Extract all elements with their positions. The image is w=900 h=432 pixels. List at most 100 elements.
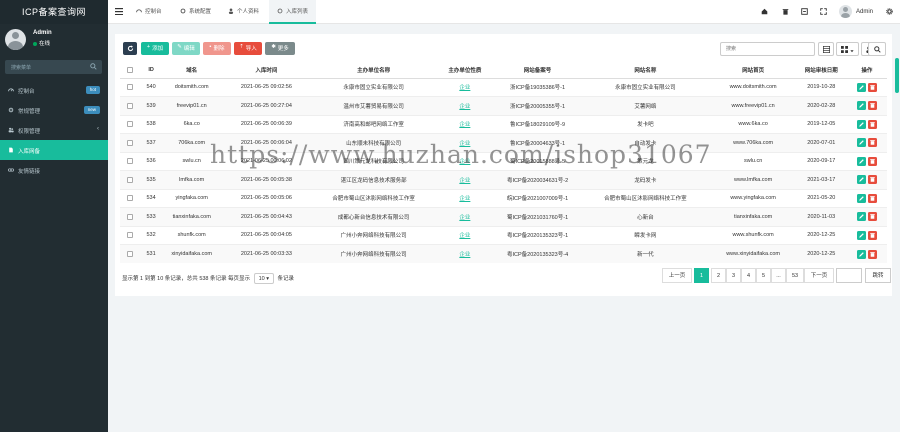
delete-row-button[interactable]: [867, 138, 877, 148]
checkbox[interactable]: [126, 232, 133, 239]
page-3-button[interactable]: 3: [726, 268, 741, 283]
topbar-avatar[interactable]: [839, 5, 852, 18]
delete-row-button[interactable]: [867, 119, 877, 129]
row-checkbox[interactable]: [120, 77, 140, 97]
checkbox[interactable]: [126, 158, 133, 165]
delete-row-button[interactable]: [867, 249, 877, 259]
org-type-link[interactable]: 企业: [459, 104, 470, 110]
delete-row-button[interactable]: [867, 230, 877, 240]
header-homepage[interactable]: 网站首页: [710, 62, 796, 79]
edit-row-button[interactable]: [856, 230, 866, 240]
scroll-indicator[interactable]: [895, 58, 899, 93]
refresh-button[interactable]: [123, 42, 137, 55]
edit-row-button[interactable]: [856, 138, 866, 148]
header-id[interactable]: ID: [139, 62, 164, 79]
page-size-select[interactable]: 10 ▾: [253, 273, 275, 284]
sidebar-item-auth[interactable]: 权限管理 ‹: [0, 120, 108, 140]
row-checkbox[interactable]: [120, 96, 140, 115]
edit-row-button[interactable]: [856, 156, 866, 166]
trash-icon[interactable]: [782, 8, 789, 15]
edit-row-button[interactable]: [856, 193, 866, 203]
sidebar-search-input[interactable]: 搜索菜单: [5, 60, 102, 74]
org-type-link[interactable]: 企业: [459, 85, 470, 91]
edit-row-button[interactable]: [856, 82, 866, 92]
sidebar-item-icp[interactable]: 入库网备: [0, 140, 108, 160]
org-type-link[interactable]: 企业: [459, 196, 470, 202]
delete-row-button[interactable]: [867, 175, 877, 185]
row-checkbox[interactable]: [120, 170, 140, 189]
topbar-user-name[interactable]: Admin: [856, 9, 873, 15]
page-53-button[interactable]: 53: [786, 268, 804, 283]
checkbox[interactable]: [126, 102, 133, 109]
page-jump-input[interactable]: [836, 268, 862, 283]
edit-row-button[interactable]: [856, 119, 866, 129]
select-all-checkbox[interactable]: [120, 62, 140, 79]
edit-row-button[interactable]: [856, 249, 866, 259]
prev-page-button[interactable]: 上一页: [662, 268, 692, 283]
header-org-name[interactable]: 主办单位名称: [312, 62, 435, 79]
header-time[interactable]: 入库时间: [220, 62, 313, 79]
page-4-button[interactable]: 4: [741, 268, 756, 283]
table-row[interactable]: 539 freevip01.cn 2021-06-25 00:27:04 温州市艾薯贸…: [120, 96, 887, 115]
import-button[interactable]: ⇡ 导入: [234, 42, 262, 55]
tab-icp-list[interactable]: 入库列表: [269, 0, 317, 24]
sidebar-item-dashboard[interactable]: 控制台 hot: [0, 80, 108, 100]
header-audit-date[interactable]: 网站审核日期: [795, 62, 847, 79]
row-checkbox[interactable]: [120, 225, 140, 245]
toggle-view-button[interactable]: [818, 42, 834, 56]
checkbox[interactable]: [126, 121, 133, 128]
header-org-type[interactable]: 主办单位性质: [434, 62, 495, 79]
hamburger-menu-icon[interactable]: [115, 8, 123, 15]
page-1-button[interactable]: 1: [694, 268, 709, 283]
table-row[interactable]: 531 xinyidaifaka.com 2021-06-25 00:03:33 广州…: [120, 244, 887, 263]
checkbox[interactable]: [126, 176, 133, 183]
checkbox[interactable]: [126, 250, 133, 257]
page-5-button[interactable]: 5: [756, 268, 771, 283]
search-toggle-button[interactable]: [868, 42, 886, 56]
tab-system-config[interactable]: 系统配置: [180, 0, 211, 24]
page-jump-button[interactable]: 跳转: [865, 268, 891, 283]
table-search-input[interactable]: [721, 43, 811, 55]
table-row[interactable]: 535 lmfka.com 2021-06-25 00:05:38 湛江区龙码信息技术…: [120, 170, 887, 189]
checkbox[interactable]: [126, 213, 133, 220]
edit-row-button[interactable]: [856, 212, 866, 222]
table-row[interactable]: 540 doitsmith.com 2021-06-25 09:02:56 永康市固立…: [120, 77, 887, 97]
org-type-link[interactable]: 企业: [459, 215, 470, 221]
delete-row-button[interactable]: [867, 82, 877, 92]
table-row[interactable]: 533 tianxinfaka.com 2021-06-25 00:04:43 成都心…: [120, 207, 887, 226]
tab-profile[interactable]: 个人资料: [228, 0, 259, 24]
edit-button[interactable]: ✎ 编辑: [172, 42, 200, 55]
delete-row-button[interactable]: [867, 193, 877, 203]
fullscreen-icon[interactable]: [820, 8, 827, 15]
org-type-link[interactable]: 企业: [459, 178, 470, 184]
org-type-link[interactable]: 企业: [459, 252, 470, 258]
header-icp-no[interactable]: 网站备案号: [494, 62, 581, 79]
delete-row-button[interactable]: [867, 156, 877, 166]
row-checkbox[interactable]: [120, 133, 140, 152]
search-icon[interactable]: [90, 63, 97, 70]
row-checkbox[interactable]: [120, 114, 140, 134]
header-domain[interactable]: 域名: [163, 62, 221, 79]
more-button[interactable]: ✱ 更多: [265, 42, 295, 55]
row-checkbox[interactable]: [120, 151, 140, 171]
columns-dropdown-button[interactable]: [836, 42, 859, 56]
sidebar-item-general[interactable]: 常规管理 new: [0, 100, 108, 120]
edit-row-button[interactable]: [856, 175, 866, 185]
org-type-link[interactable]: 企业: [459, 233, 470, 239]
edit-row-button[interactable]: [856, 101, 866, 111]
delete-row-button[interactable]: [867, 212, 877, 222]
table-row[interactable]: 532 shunfk.com 2021-06-25 00:04:05 广州小奔网络科技…: [120, 225, 887, 245]
next-page-button[interactable]: 下一页: [804, 268, 834, 283]
sidebar-item-links[interactable]: 友情链接: [0, 160, 108, 180]
delete-button[interactable]: ▪ 删除: [203, 42, 231, 55]
row-checkbox[interactable]: [120, 244, 140, 263]
header-site-name[interactable]: 网站名称: [580, 62, 711, 79]
delete-row-button[interactable]: [867, 101, 877, 111]
row-checkbox[interactable]: [120, 207, 140, 226]
checkbox[interactable]: [126, 195, 133, 202]
language-icon[interactable]: [801, 8, 808, 15]
table-row[interactable]: 534 yingfaka.com 2021-06-25 00:05:06 合肥市蜀山区…: [120, 188, 887, 208]
org-type-link[interactable]: 企业: [459, 122, 470, 128]
home-icon[interactable]: [761, 8, 768, 15]
settings-icon[interactable]: [886, 8, 893, 15]
